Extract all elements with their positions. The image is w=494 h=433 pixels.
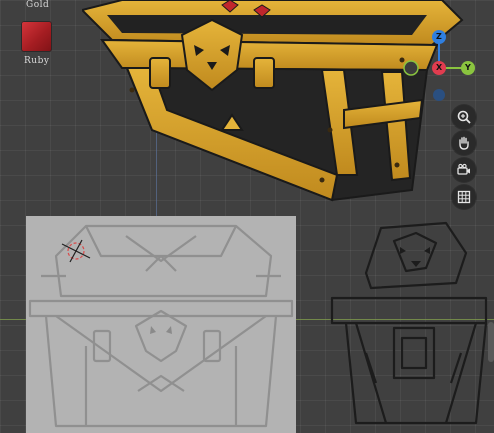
zoom-in-icon bbox=[457, 110, 471, 124]
chest-sketch-front bbox=[28, 224, 294, 428]
material-ruby-label: Ruby bbox=[24, 56, 50, 66]
camera-icon bbox=[457, 163, 470, 175]
reference-image-side[interactable] bbox=[326, 213, 494, 433]
x-axis-label: X bbox=[436, 63, 443, 72]
neg-z-handle-icon bbox=[433, 89, 445, 101]
navigation-gizmo[interactable]: Z X Y bbox=[402, 28, 478, 104]
z-axis-label: Z bbox=[436, 32, 442, 41]
reference-image-front[interactable] bbox=[26, 216, 296, 433]
hand-icon bbox=[459, 136, 469, 150]
pan-button[interactable] bbox=[452, 131, 476, 155]
3d-viewport[interactable]: Gold Ruby Z X Y bbox=[0, 0, 494, 433]
material-ruby-swatch[interactable] bbox=[21, 21, 52, 52]
viewport-scroll-handle[interactable] bbox=[488, 322, 494, 362]
neg-y-handle-icon bbox=[403, 60, 419, 76]
y-axis-label: Y bbox=[465, 63, 471, 72]
3d-cursor-icon bbox=[61, 239, 91, 263]
grid-icon bbox=[457, 190, 471, 204]
zoom-button[interactable] bbox=[452, 105, 476, 129]
camera-view-button[interactable] bbox=[452, 158, 476, 182]
material-gold-label: Gold bbox=[26, 0, 50, 10]
perspective-toggle-button[interactable] bbox=[452, 185, 476, 209]
chest-sketch-side bbox=[330, 221, 488, 425]
